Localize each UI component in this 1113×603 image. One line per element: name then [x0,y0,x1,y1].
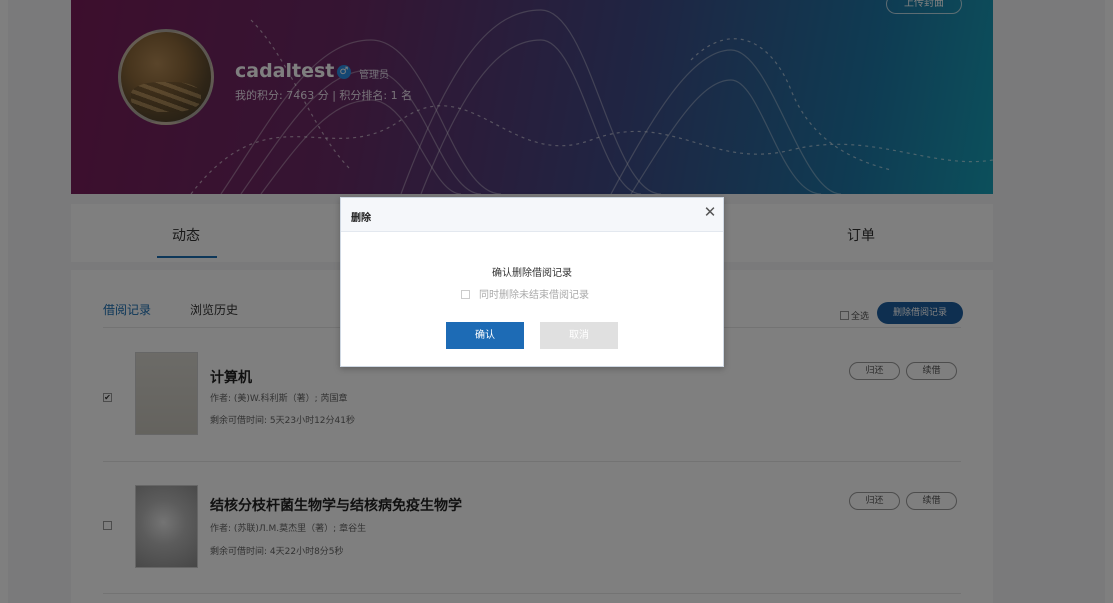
confirm-button[interactable]: 确认 [446,322,524,349]
dialog-title: 删除 [351,213,371,224]
delete-dialog: 删除 ✕ 确认删除借阅记录 同时删除未结束借阅记录 确认 取消 [340,197,724,367]
close-icon[interactable]: ✕ [702,204,718,220]
delete-unfinished-label: 同时删除未结束借阅记录 [479,290,589,301]
dialog-message: 确认删除借阅记录 [492,268,572,279]
delete-unfinished-checkbox[interactable] [461,290,470,299]
cancel-button[interactable]: 取消 [540,322,618,349]
delete-unfinished-option[interactable]: 同时删除未结束借阅记录 [461,286,589,301]
dialog-header: 删除 ✕ [341,198,723,232]
